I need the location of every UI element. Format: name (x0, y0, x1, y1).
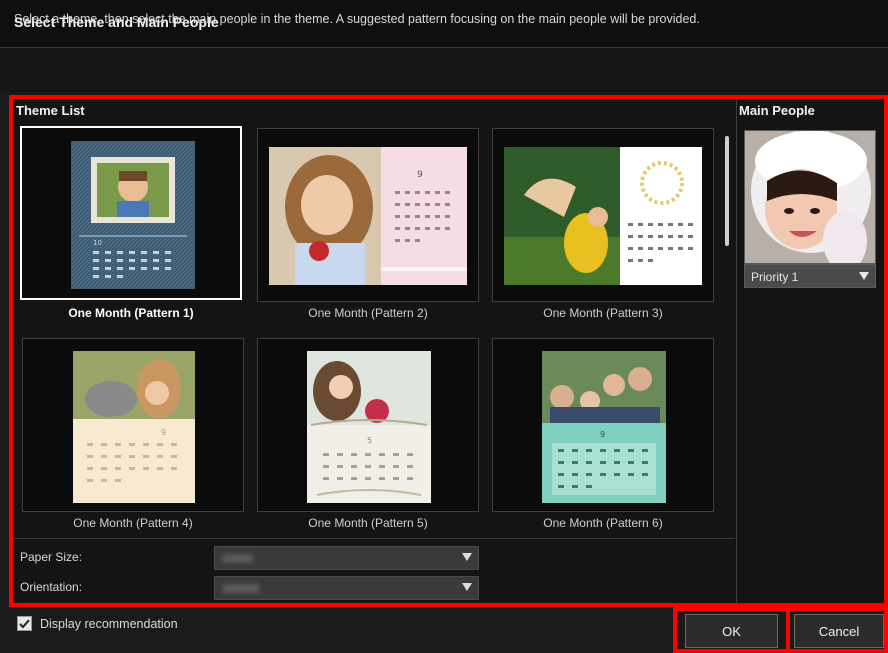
theme-caption: One Month (Pattern 4) (73, 516, 193, 530)
priority-value: Priority 1 (751, 270, 799, 284)
chevron-down-icon (859, 272, 869, 280)
settings-divider (13, 538, 735, 539)
main-people-heading: Main People (739, 103, 815, 118)
chevron-down-icon (462, 583, 472, 591)
svg-text:10: 10 (93, 239, 102, 247)
theme-caption: One Month (Pattern 3) (543, 306, 663, 320)
svg-text:5: 5 (367, 436, 372, 445)
theme-caption: One Month (Pattern 1) (68, 306, 194, 320)
theme-tile-pattern-5[interactable]: 5 (257, 338, 479, 512)
theme-thumbnail: 5 (307, 351, 431, 503)
priority-select[interactable]: Priority 1 (744, 264, 876, 288)
orientation-select[interactable] (214, 576, 479, 600)
theme-tile-pattern-2[interactable]: 9 (257, 128, 479, 302)
orientation-value (223, 584, 259, 593)
description-bar (0, 48, 888, 92)
theme-list-heading: Theme List (16, 103, 85, 118)
theme-caption: One Month (Pattern 2) (308, 306, 428, 320)
theme-tile-pattern-4[interactable]: 9 (22, 338, 244, 512)
theme-caption: One Month (Pattern 6) (543, 516, 663, 530)
orientation-label: Orientation: (20, 580, 83, 594)
ok-button[interactable]: OK (685, 614, 778, 648)
checkmark-icon (19, 619, 30, 629)
theme-thumbnail: 9 (542, 351, 666, 503)
theme-thumbnail: 10 (71, 141, 195, 289)
paper-size-value (223, 554, 253, 563)
svg-text:9: 9 (161, 428, 166, 437)
main-person-photo[interactable] (744, 130, 876, 264)
paper-size-select[interactable] (214, 546, 479, 570)
theme-thumbnail: 9 (73, 351, 195, 503)
theme-thumbnail: 9 (269, 147, 467, 285)
cancel-button[interactable]: Cancel (794, 614, 884, 648)
paper-size-label: Paper Size: (20, 550, 83, 564)
chevron-down-icon (462, 553, 472, 561)
theme-thumbnail (504, 147, 702, 285)
panel-divider (736, 99, 737, 604)
theme-tile-pattern-3[interactable] (492, 128, 714, 302)
svg-text:9: 9 (417, 170, 423, 180)
scrollbar-thumb[interactable] (725, 136, 729, 246)
theme-tile-pattern-6[interactable]: 9 (492, 338, 714, 512)
theme-tile-pattern-1[interactable]: 10 (20, 126, 242, 300)
theme-caption: One Month (Pattern 5) (308, 516, 428, 530)
svg-text:9: 9 (600, 430, 605, 439)
display-recommendation-label: Display recommendation (40, 617, 178, 631)
dialog-description: Select a theme, then select the main peo… (14, 12, 700, 26)
display-recommendation-checkbox[interactable] (17, 616, 32, 631)
